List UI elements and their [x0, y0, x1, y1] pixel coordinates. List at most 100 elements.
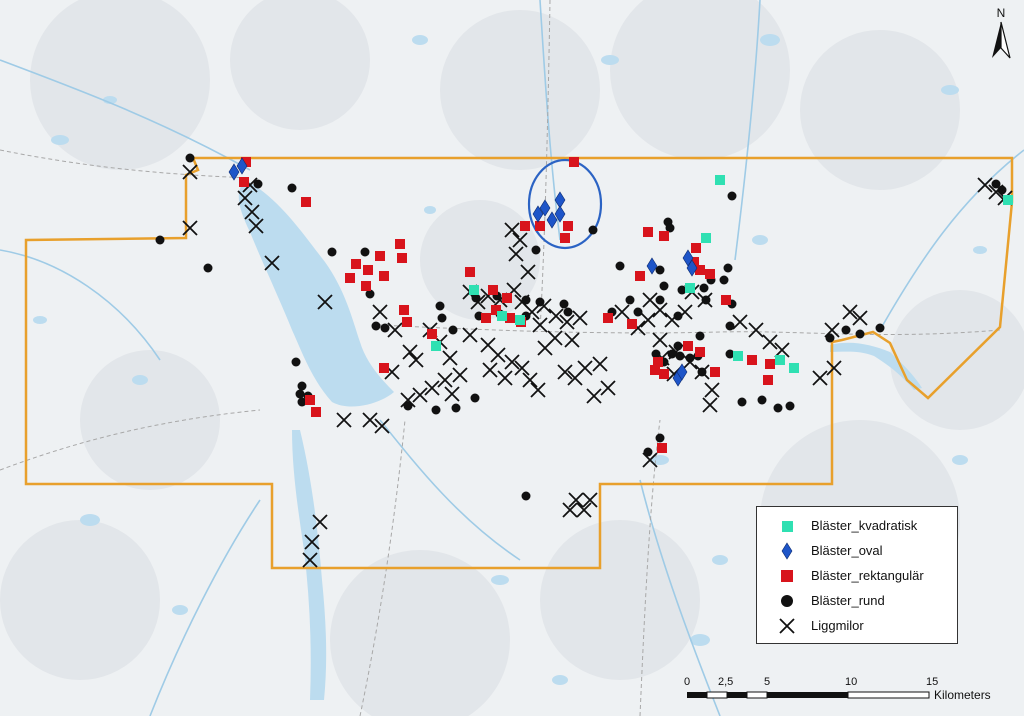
rectangular-blaster-marker — [379, 271, 389, 281]
square-blaster-marker — [715, 175, 725, 185]
rectangular-blaster-marker — [397, 253, 407, 263]
blue-diamond-icon — [781, 542, 793, 560]
square-blaster-marker — [515, 315, 525, 325]
round-blaster-marker — [287, 183, 297, 193]
round-blaster-marker — [673, 341, 683, 351]
scale-tick-label: 15 — [926, 676, 939, 688]
rectangular-blaster-marker — [535, 221, 545, 231]
scale-tick-label: 10 — [845, 676, 858, 688]
rectangular-blaster-marker — [301, 197, 311, 207]
round-blaster-marker — [451, 403, 461, 413]
rectangular-blaster-marker — [659, 231, 669, 241]
round-blaster-marker — [535, 297, 545, 307]
rectangular-blaster-marker — [710, 367, 720, 377]
scale-tick-label: 5 — [764, 676, 771, 688]
round-blaster-marker — [855, 329, 865, 339]
rectangular-blaster-marker — [603, 313, 613, 323]
round-blaster-marker — [655, 433, 665, 443]
round-blaster-marker — [773, 403, 783, 413]
round-blaster-marker — [431, 405, 441, 415]
rectangular-blaster-marker — [375, 251, 385, 261]
round-blaster-marker — [380, 323, 390, 333]
x-cross-icon — [779, 618, 795, 634]
round-blaster-marker — [659, 281, 669, 291]
round-blaster-marker — [643, 447, 653, 457]
teal-square-icon — [782, 521, 793, 532]
round-blaster-marker — [785, 401, 795, 411]
rectangular-blaster-marker — [427, 329, 437, 339]
rectangular-blaster-marker — [659, 369, 669, 379]
legend-item-liggmilor: Liggmilor — [757, 615, 957, 637]
legend-item-oval: Bläster_oval — [757, 540, 957, 562]
square-blaster-marker — [789, 363, 799, 373]
rectangular-blaster-marker — [465, 267, 475, 277]
rectangular-blaster-marker — [635, 271, 645, 281]
north-arrow: N — [988, 6, 1014, 62]
round-blaster-marker — [697, 367, 707, 377]
legend: Bläster_kvadratisk Bläster_oval Bläster_… — [756, 506, 958, 644]
round-blaster-marker — [841, 325, 851, 335]
round-blaster-marker — [615, 261, 625, 271]
rectangular-blaster-marker — [361, 281, 371, 291]
round-blaster-marker — [667, 349, 677, 359]
round-blaster-marker — [723, 263, 733, 273]
scale-tick-label: 0 — [684, 676, 691, 688]
round-blaster-marker — [521, 295, 531, 305]
round-blaster-marker — [403, 401, 413, 411]
round-blaster-marker — [588, 225, 598, 235]
scale-bar: 0 2,5 5 10 15 Kilometers — [684, 676, 1016, 716]
rectangular-blaster-marker — [402, 317, 412, 327]
round-blaster-marker — [253, 179, 263, 189]
rectangular-blaster-marker — [643, 227, 653, 237]
legend-item-kvadratisk: Bläster_kvadratisk — [757, 515, 957, 537]
rectangular-blaster-marker — [765, 359, 775, 369]
rectangular-blaster-marker — [488, 285, 498, 295]
rectangular-blaster-marker — [481, 313, 491, 323]
rectangular-blaster-marker — [657, 443, 667, 453]
round-blaster-marker — [655, 295, 665, 305]
rectangular-blaster-marker — [305, 395, 315, 405]
round-blaster-marker — [185, 153, 195, 163]
round-blaster-marker — [470, 393, 480, 403]
square-blaster-marker — [431, 341, 441, 351]
square-blaster-marker — [1003, 195, 1013, 205]
round-blaster-marker — [563, 307, 573, 317]
round-blaster-marker — [997, 185, 1007, 195]
round-blaster-marker — [673, 311, 683, 321]
rectangular-blaster-marker — [569, 157, 579, 167]
round-blaster-marker — [291, 357, 301, 367]
round-blaster-marker — [655, 265, 665, 275]
round-blaster-marker — [725, 321, 735, 331]
round-blaster-marker — [737, 397, 747, 407]
rectangular-blaster-marker — [747, 355, 757, 365]
rectangular-blaster-marker — [520, 221, 530, 231]
legend-label: Bläster_rund — [811, 593, 885, 608]
rectangular-blaster-marker — [695, 347, 705, 357]
round-blaster-marker — [203, 263, 213, 273]
round-blaster-marker — [435, 301, 445, 311]
legend-label: Liggmilor — [811, 618, 864, 633]
square-blaster-marker — [733, 351, 743, 361]
scale-tick-label: 2,5 — [718, 676, 734, 688]
rectangular-blaster-marker — [395, 239, 405, 249]
round-blaster-marker — [675, 351, 685, 361]
rectangular-blaster-marker — [379, 363, 389, 373]
rectangular-blaster-marker — [763, 375, 773, 385]
round-blaster-marker — [727, 191, 737, 201]
square-blaster-marker — [701, 233, 711, 243]
round-blaster-marker — [825, 333, 835, 343]
round-blaster-marker — [699, 283, 709, 293]
round-blaster-marker — [875, 323, 885, 333]
round-blaster-marker — [531, 245, 541, 255]
rectangular-blaster-marker — [239, 177, 249, 187]
legend-label: Bläster_oval — [811, 543, 883, 558]
rectangular-blaster-marker — [363, 265, 373, 275]
round-blaster-marker — [327, 247, 337, 257]
rectangular-blaster-marker — [627, 319, 637, 329]
rectangular-blaster-marker — [311, 407, 321, 417]
square-blaster-marker — [685, 283, 695, 293]
north-arrow-icon: N — [992, 6, 1011, 59]
rectangular-blaster-marker — [345, 273, 355, 283]
round-blaster-marker — [437, 313, 447, 323]
rectangular-blaster-marker — [705, 269, 715, 279]
